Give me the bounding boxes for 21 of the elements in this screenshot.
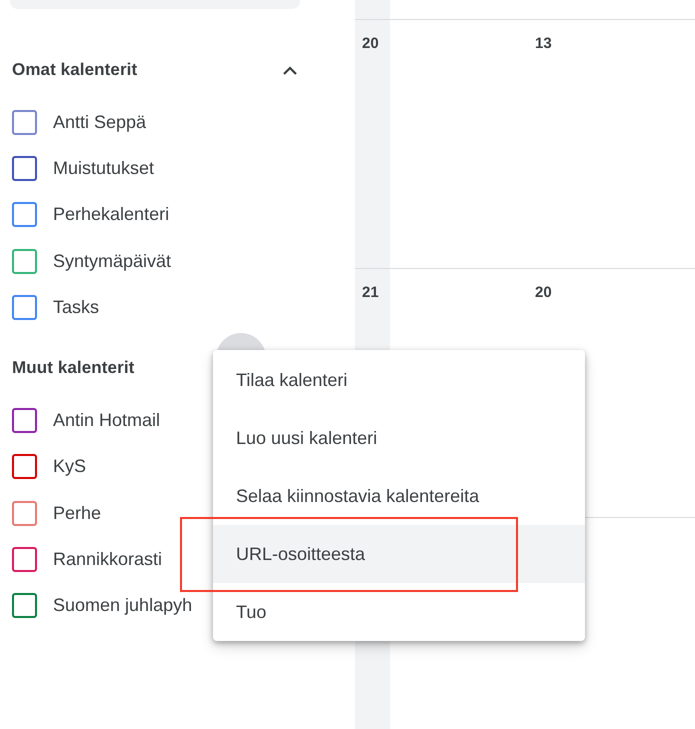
day-number: 20 [535,284,552,301]
calendar-label: Suomen juhlapyh [53,595,192,616]
menu-item[interactable]: Selaa kiinnostavia kalentereita [213,467,585,525]
calendar-label: Perhe [53,502,102,524]
week-number: 21 [362,284,379,301]
week-number: 20 [362,35,379,52]
calendar-label: Rannikkorasti [53,549,162,570]
calendar-label: Antti Seppä [53,112,146,133]
calendar-label: Tasks [53,296,100,318]
menu-item[interactable]: URL-osoitteesta [213,525,585,583]
calendar-label: Antin Hotmail [53,410,160,432]
menu-item[interactable]: Tilaa kalenteri [213,351,585,409]
menu-item[interactable]: Tuo [213,583,585,641]
calendar-label: KyS [53,456,86,478]
calendar-label: Perhekalenteri [53,204,170,226]
section-title: Muut kalenterit [12,358,134,378]
section-title: Omat kalenterit [12,60,138,80]
day-number: 13 [535,35,552,52]
calendar-label: Muistutukset [53,158,154,179]
calendar-label: Syntymäpäivät [53,250,172,272]
menu-item[interactable]: Luo uusi kalenteri [213,409,585,467]
